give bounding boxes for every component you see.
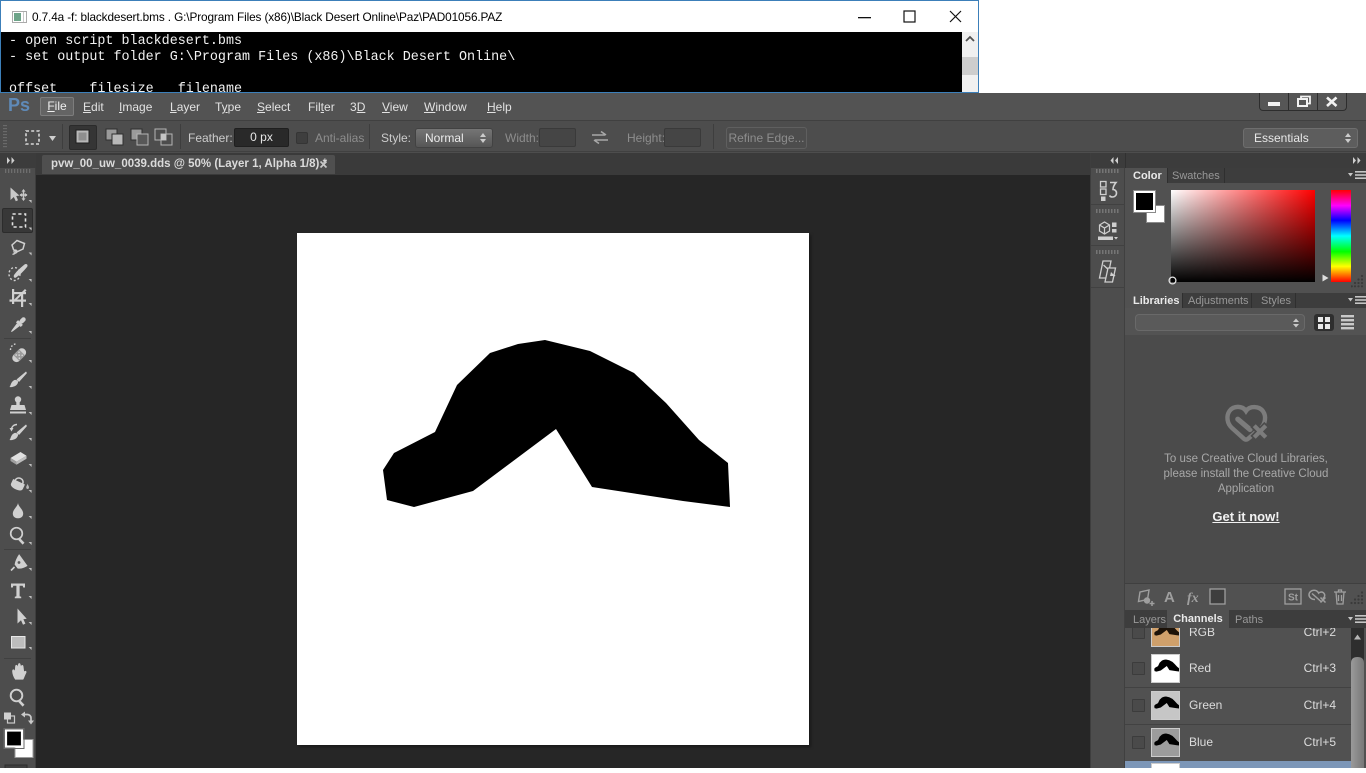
svg-text:A: A (1164, 589, 1175, 606)
svg-text:fx: fx (1187, 591, 1199, 606)
svg-text:St: St (1288, 593, 1299, 604)
